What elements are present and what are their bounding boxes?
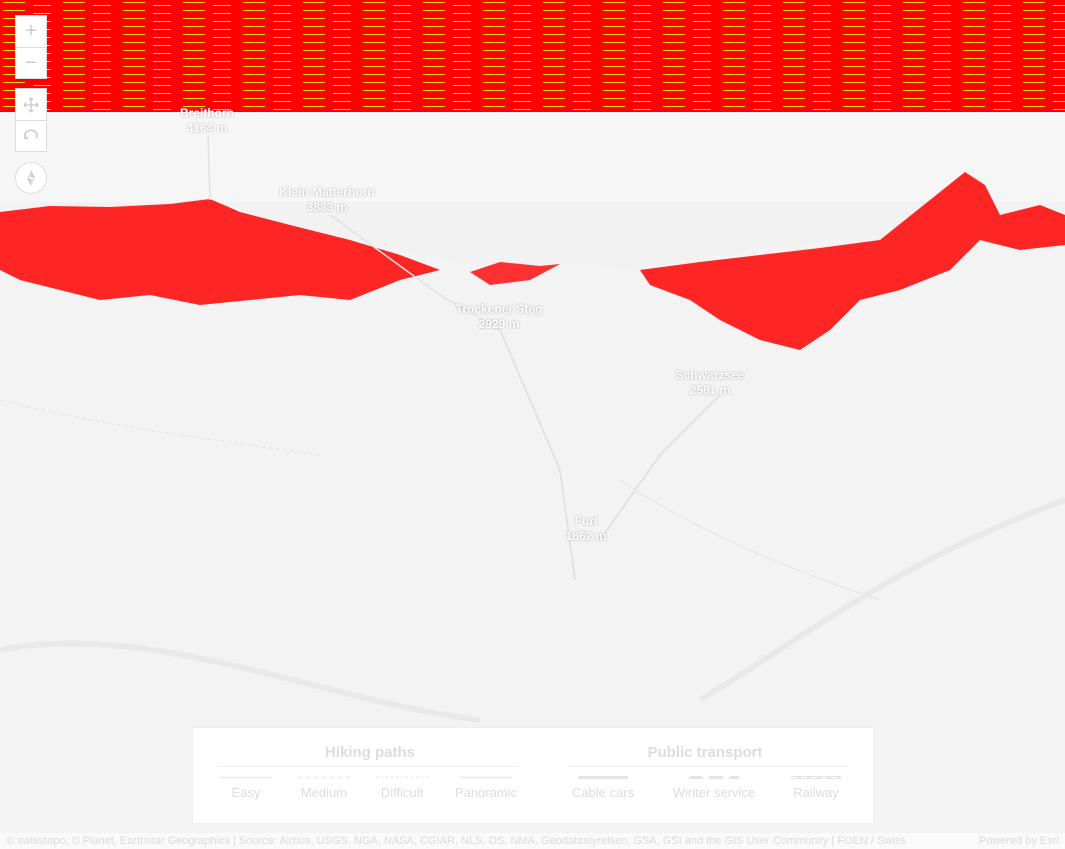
- place-label-klein-matterhorn: Klein Matterhorn 3883 m: [279, 185, 374, 215]
- legend-swatch-medium: [298, 776, 350, 779]
- pan-button[interactable]: [15, 88, 47, 120]
- legend-label-cable-cars: Cable cars: [571, 785, 635, 800]
- place-label-trockener-steg: Trockener Steg 2929 m: [456, 302, 543, 332]
- legend-swatch-cable-cars: [578, 776, 628, 779]
- attribution-text[interactable]: © swisstopo, © Planet, Earthstar Geograp…: [6, 833, 946, 849]
- legend-hiking-title: Hiking paths: [324, 744, 416, 761]
- zoom-in-button[interactable]: +: [15, 15, 47, 47]
- place-name: Klein Matterhorn: [279, 185, 375, 199]
- legend-label-panoramic: Panoramic: [454, 785, 518, 800]
- legend-swatch-difficult: [376, 776, 428, 779]
- legend-label-medium: Medium: [300, 785, 348, 800]
- compass-button[interactable]: [15, 162, 47, 194]
- legend-divider: [568, 766, 848, 767]
- legend-transport-title: Public transport: [647, 744, 763, 761]
- compass-icon: [27, 170, 35, 186]
- powered-by-link[interactable]: Powered by Esri: [979, 833, 1059, 849]
- legend-label-easy: Easy: [231, 785, 261, 800]
- legend-label-railway: Railway: [793, 785, 839, 800]
- attribution-bar: © swisstopo, © Planet, Earthstar Geograp…: [0, 833, 1065, 849]
- legend-label-winter-service: Winter service: [672, 785, 756, 800]
- place-elevation: 2929 m: [478, 317, 520, 331]
- place-elevation: 1862 m: [565, 529, 607, 543]
- legend-divider: [218, 766, 518, 767]
- place-elevation: 4164 m: [186, 121, 228, 135]
- place-name: Schwarzsee: [675, 368, 745, 382]
- place-name: Breithorn: [180, 106, 234, 120]
- legend-swatch-railway: [791, 776, 841, 779]
- place-label-breithorn: Breithorn 4164 m: [180, 106, 234, 136]
- rotate-button[interactable]: [15, 120, 47, 152]
- place-name: Furi: [574, 514, 598, 528]
- zoom-out-button[interactable]: −: [15, 47, 47, 79]
- legend-panel: Hiking paths Public transport Easy Mediu…: [193, 728, 873, 823]
- move-icon: [23, 97, 39, 112]
- legend-swatch-panoramic: [460, 776, 512, 779]
- plus-icon: +: [25, 20, 37, 42]
- place-label-schwarzsee: Schwarzsee 2581 m: [676, 368, 745, 398]
- legend-swatch-winter-service: [689, 776, 739, 779]
- place-elevation: 3883 m: [306, 200, 348, 214]
- legend-label-difficult: Difficult: [380, 785, 424, 800]
- place-label-furi: Furi 1862 m: [566, 514, 607, 544]
- minus-icon: −: [25, 51, 37, 74]
- place-elevation: 2581 m: [689, 383, 731, 397]
- place-name: Trockener Steg: [455, 302, 543, 316]
- map-scene[interactable]: [0, 0, 1065, 849]
- sky: [0, 0, 1065, 112]
- rotate-icon: [23, 129, 38, 140]
- legend-swatch-easy: [220, 776, 272, 779]
- horizon-haze: [0, 112, 1065, 202]
